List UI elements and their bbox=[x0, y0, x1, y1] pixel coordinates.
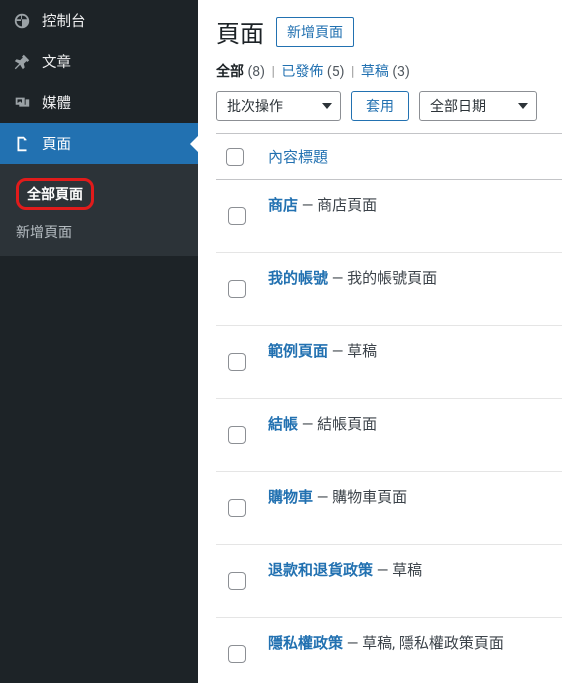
separator: | bbox=[269, 64, 278, 80]
main-content: 頁面 新增頁面 全部 (8) | 已發佈 (5) | 草稿 (3) 批次操作 套… bbox=[198, 0, 562, 683]
table-row: 結帳 — 結帳頁面 bbox=[216, 399, 562, 472]
row-title-link[interactable]: 結帳 bbox=[268, 415, 298, 433]
row-checkbox-cell bbox=[216, 472, 258, 545]
media-icon bbox=[12, 93, 32, 113]
sidebar-item-label: 頁面 bbox=[42, 133, 71, 154]
row-checkbox-cell bbox=[216, 399, 258, 472]
sidebar-item-pages[interactable]: 頁面 bbox=[0, 123, 198, 164]
row-title-cell: 隱私權政策 — 草稿, 隱私權政策頁面 bbox=[258, 618, 562, 683]
table-row: 我的帳號 — 我的帳號頁面 bbox=[216, 253, 562, 326]
row-checkbox[interactable] bbox=[228, 280, 246, 298]
title-header[interactable]: 內容標題 bbox=[258, 134, 562, 180]
row-checkbox[interactable] bbox=[228, 353, 246, 371]
row-suffix: — 我的帳號頁面 bbox=[328, 269, 437, 287]
row-title-cell: 我的帳號 — 我的帳號頁面 bbox=[258, 253, 562, 326]
table-row: 退款和退貨政策 — 草稿 bbox=[216, 545, 562, 618]
row-suffix: — 草稿 bbox=[328, 342, 377, 360]
sidebar-item-media[interactable]: 媒體 bbox=[0, 82, 198, 123]
row-checkbox[interactable] bbox=[228, 499, 246, 517]
row-checkbox-cell bbox=[216, 180, 258, 253]
sidebar-item-dashboard[interactable]: 控制台 bbox=[0, 0, 198, 41]
row-title-link[interactable]: 商店 bbox=[268, 196, 298, 214]
row-suffix: — 購物車頁面 bbox=[313, 488, 407, 506]
dashboard-icon bbox=[12, 11, 32, 31]
row-title-link[interactable]: 購物車 bbox=[268, 488, 313, 506]
row-suffix: — 結帳頁面 bbox=[298, 415, 377, 433]
pin-icon bbox=[12, 52, 32, 72]
submenu-item-add-page[interactable]: 新增頁面 bbox=[0, 216, 198, 248]
page-title: 頁面 bbox=[216, 14, 264, 49]
filter-published[interactable]: 已發佈 bbox=[281, 64, 323, 80]
title-header-label: 內容標題 bbox=[268, 148, 328, 166]
row-checkbox[interactable] bbox=[228, 645, 246, 663]
filter-draft-count: (3) bbox=[392, 64, 410, 80]
pages-table: 內容標題 商店 — 商店頁面我的帳號 — 我的帳號頁面範例頁面 — 草稿結帳 —… bbox=[216, 133, 562, 683]
apply-button[interactable]: 套用 bbox=[351, 91, 409, 121]
table-body: 商店 — 商店頁面我的帳號 — 我的帳號頁面範例頁面 — 草稿結帳 — 結帳頁面… bbox=[216, 180, 562, 683]
sidebar-item-label: 文章 bbox=[42, 51, 71, 72]
row-suffix: — 商店頁面 bbox=[298, 196, 377, 214]
date-select-wrap: 全部日期 bbox=[419, 91, 537, 121]
row-title-link[interactable]: 退款和退貨政策 bbox=[268, 561, 373, 579]
bulk-action-select[interactable]: 批次操作 bbox=[216, 91, 341, 121]
filter-draft[interactable]: 草稿 bbox=[361, 64, 389, 80]
admin-sidebar: 控制台 文章 媒體 頁面 全部頁面 bbox=[0, 0, 198, 683]
separator: | bbox=[348, 64, 357, 80]
row-title-link[interactable]: 隱私權政策 bbox=[268, 634, 343, 652]
filter-all[interactable]: 全部 bbox=[216, 64, 244, 80]
table-row: 購物車 — 購物車頁面 bbox=[216, 472, 562, 545]
highlight-ring: 全部頁面 bbox=[16, 178, 94, 210]
page-icon bbox=[12, 134, 32, 154]
submenu-item-label: 新增頁面 bbox=[16, 225, 72, 241]
row-title-cell: 結帳 — 結帳頁面 bbox=[258, 399, 562, 472]
sidebar-item-label: 控制台 bbox=[42, 10, 86, 31]
page-header: 頁面 新增頁面 bbox=[216, 14, 562, 49]
filter-all-count: (8) bbox=[247, 64, 265, 80]
row-title-cell: 範例頁面 — 草稿 bbox=[258, 326, 562, 399]
sidebar-submenu: 全部頁面 新增頁面 bbox=[0, 164, 198, 256]
table-row: 商店 — 商店頁面 bbox=[216, 180, 562, 253]
status-filters: 全部 (8) | 已發佈 (5) | 草稿 (3) bbox=[216, 61, 562, 81]
row-title-cell: 商店 — 商店頁面 bbox=[258, 180, 562, 253]
row-checkbox-cell bbox=[216, 618, 258, 683]
row-checkbox[interactable] bbox=[228, 426, 246, 444]
sidebar-item-label: 媒體 bbox=[42, 92, 71, 113]
row-title-cell: 購物車 — 購物車頁面 bbox=[258, 472, 562, 545]
table-row: 範例頁面 — 草稿 bbox=[216, 326, 562, 399]
row-checkbox-cell bbox=[216, 253, 258, 326]
bulk-select-wrap: 批次操作 bbox=[216, 91, 341, 121]
row-checkbox-cell bbox=[216, 545, 258, 618]
submenu-item-all-pages[interactable]: 全部頁面 bbox=[0, 172, 198, 216]
sidebar-item-posts[interactable]: 文章 bbox=[0, 41, 198, 82]
submenu-item-label: 全部頁面 bbox=[27, 187, 83, 203]
select-all-header bbox=[216, 134, 258, 180]
filter-published-count: (5) bbox=[327, 64, 345, 80]
table-row: 隱私權政策 — 草稿, 隱私權政策頁面 bbox=[216, 618, 562, 683]
add-new-button[interactable]: 新增頁面 bbox=[276, 17, 354, 47]
row-suffix: — 草稿 bbox=[373, 561, 422, 579]
row-suffix: — 草稿, 隱私權政策頁面 bbox=[343, 634, 504, 652]
date-filter-select[interactable]: 全部日期 bbox=[419, 91, 537, 121]
select-all-checkbox[interactable] bbox=[226, 148, 244, 166]
row-title-link[interactable]: 範例頁面 bbox=[268, 342, 328, 360]
row-checkbox[interactable] bbox=[228, 207, 246, 225]
row-checkbox-cell bbox=[216, 326, 258, 399]
row-checkbox[interactable] bbox=[228, 572, 246, 590]
tablenav-top: 批次操作 套用 全部日期 bbox=[216, 91, 562, 121]
row-title-link[interactable]: 我的帳號 bbox=[268, 269, 328, 287]
row-title-cell: 退款和退貨政策 — 草稿 bbox=[258, 545, 562, 618]
